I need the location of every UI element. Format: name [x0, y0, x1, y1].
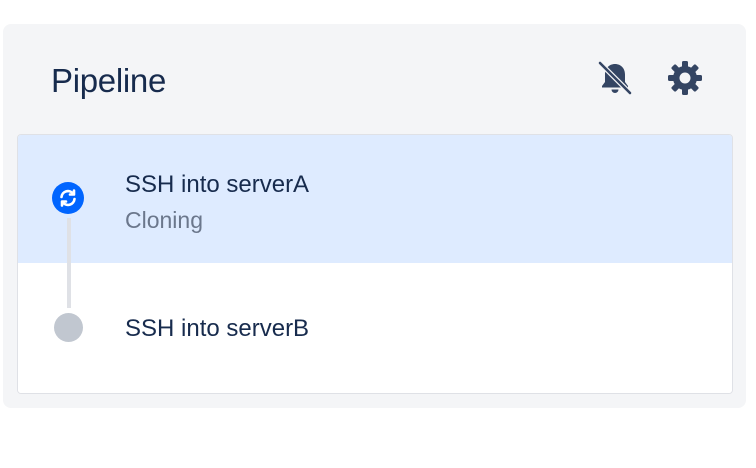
step-row-serverB[interactable]: SSH into serverB — [18, 263, 732, 393]
settings-button[interactable] — [663, 56, 707, 100]
gear-icon — [668, 61, 702, 95]
panel-title: Pipeline — [51, 62, 167, 99]
step-row-serverA[interactable]: SSH into serverA Cloning — [18, 135, 732, 263]
step-name: SSH into serverA — [125, 171, 310, 198]
step-name: SSH into serverB — [125, 315, 310, 342]
bell-snooze-icon — [597, 60, 633, 96]
step-connector-line — [67, 218, 71, 308]
running-sync-icon — [52, 182, 84, 214]
step-status: Cloning — [125, 207, 203, 233]
pipeline-panel: Pipeline SSH into serverA Cloning SSH in… — [3, 24, 746, 408]
pending-status-dot — [54, 313, 83, 342]
pipeline-step-list: SSH into serverA Cloning SSH into server… — [17, 134, 733, 394]
notifications-button[interactable] — [593, 56, 637, 100]
